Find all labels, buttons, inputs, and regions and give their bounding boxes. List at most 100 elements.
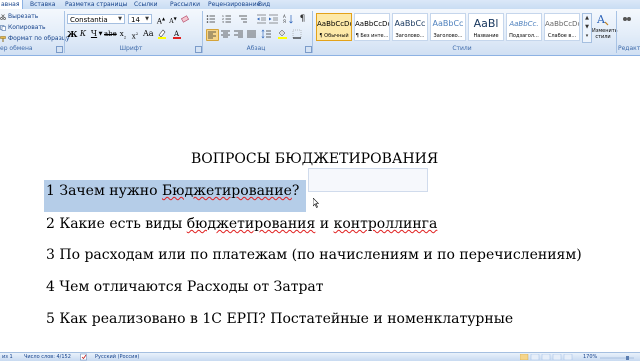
font-color-button[interactable]: A (172, 29, 182, 39)
multilevel-list-button[interactable] (238, 14, 249, 24)
paint-bucket-icon (278, 29, 287, 39)
svg-text:A: A (596, 13, 606, 26)
font-size-combo[interactable]: 14 ▼ (128, 14, 152, 24)
align-center-icon (221, 30, 230, 38)
copy-icon (0, 24, 6, 31)
clear-formatting-icon[interactable] (180, 14, 190, 24)
justify-button[interactable] (246, 29, 257, 39)
style-card[interactable]: AaBbCcDc ¶ Обычный (316, 13, 352, 41)
group-separator (64, 11, 65, 53)
cut-button[interactable]: Вырезать (0, 13, 38, 21)
change-styles-label: Изменить стили (592, 28, 618, 40)
style-sample: AaBbCc (394, 19, 426, 28)
question-3[interactable]: 3 По расходам или по платежам (по начисл… (46, 247, 582, 263)
mini-toolbar[interactable] (308, 168, 428, 192)
align-center-button[interactable] (220, 29, 231, 39)
tab-view[interactable]: Вид (258, 0, 270, 9)
align-left-button[interactable] (206, 29, 219, 41)
question-1[interactable]: 1 Зачем нужно Бюджетирование? (46, 183, 299, 199)
question-1-text-c: ? (291, 183, 300, 199)
font-dialog-launcher[interactable] (195, 46, 202, 53)
sort-button[interactable]: АЯ (283, 14, 294, 24)
italic-button[interactable]: К (78, 29, 88, 39)
font-size-value: 14 (131, 16, 140, 24)
style-caption: Заголово... (395, 33, 425, 39)
misspelled-word[interactable]: контроллинга (334, 216, 438, 232)
highlighter-icon (158, 29, 166, 39)
question-1-text-a: 1 Зачем нужно (46, 183, 162, 199)
shrink-font-button[interactable]: A▼ (168, 14, 178, 25)
bold-button[interactable]: Ж (67, 29, 78, 39)
style-sample: AaBbCcDc (317, 20, 351, 28)
style-gallery-scroll[interactable]: ▲ ▼ ▾ (582, 13, 592, 43)
bullet-list-icon (206, 15, 215, 23)
superscript-button[interactable]: x2 (130, 29, 140, 40)
font-group-label: Шрифт (119, 45, 143, 52)
multilevel-list-icon (239, 15, 247, 23)
tab-mailings[interactable]: Рассылки (170, 0, 200, 9)
shading-button[interactable] (277, 29, 288, 39)
chevron-down-icon[interactable]: ▼ (143, 15, 151, 23)
change-case-button[interactable]: Aa (143, 29, 154, 39)
format-painter-label: Формат по образцу (8, 35, 70, 42)
editing-group-label: Редакт (618, 45, 640, 52)
decrease-indent-button[interactable] (256, 14, 267, 24)
zoom-slider[interactable] (598, 355, 636, 360)
chevron-down-icon[interactable]: ▼ (116, 15, 124, 23)
paragraph-dialog-launcher[interactable] (305, 46, 312, 53)
change-styles-button[interactable]: A Изменить стили (592, 12, 618, 44)
style-card[interactable]: AaBbCc Заголово... (392, 13, 428, 41)
style-caption: ¶ Обычный (319, 33, 349, 39)
question-5[interactable]: 5 Как реализовано в 1С ЕРП? Постатейные … (46, 311, 513, 327)
tab-references[interactable]: Ссылки (134, 0, 158, 9)
misspelled-word[interactable]: бюджетирования (187, 216, 316, 232)
clipboard-group-label: ер обмена (0, 45, 33, 52)
indent-icon (269, 14, 278, 24)
chevron-down-icon[interactable]: ▼ (98, 29, 103, 39)
subscript-button[interactable]: x2 (118, 29, 128, 39)
tab-page-layout[interactable]: Разметка страницы (65, 0, 127, 9)
style-card[interactable]: AaBbCc Заголово... (430, 13, 466, 41)
style-caption: Слабое в... (547, 33, 577, 39)
question-2-text-c: и (315, 216, 334, 232)
copy-button[interactable]: Копировать (0, 24, 45, 32)
style-caption: ¶ Без инте... (355, 33, 389, 39)
view-buttons[interactable] (519, 353, 580, 361)
style-card[interactable]: AaBl Название (468, 13, 504, 41)
bullets-button[interactable] (206, 14, 217, 24)
numbering-button[interactable]: 123 (222, 14, 233, 24)
style-sample: AaBl (473, 18, 499, 30)
show-formatting-marks-icon[interactable]: ¶ (297, 14, 308, 24)
align-right-button[interactable] (233, 29, 244, 39)
paintbrush-icon (0, 35, 6, 42)
styles-group-label: Стили (452, 45, 472, 52)
strikethrough-button[interactable]: abe (104, 29, 117, 39)
ribbon-tab-strip: авная Вставка Разметка страницы Ссылки Р… (0, 0, 640, 10)
grow-font-button[interactable]: A▲ (156, 14, 166, 25)
svg-text:A: A (173, 30, 180, 38)
increase-indent-button[interactable] (268, 14, 279, 24)
style-card[interactable]: AaBbCcDc ¶ Без инте... (354, 13, 390, 41)
paragraph-group-label: Абзац (246, 45, 266, 52)
font-name-combo[interactable]: Constantia ▼ (67, 14, 125, 24)
borders-button[interactable] (292, 29, 303, 39)
style-caption: Название (473, 33, 499, 39)
format-painter-button[interactable]: Формат по образцу (0, 35, 69, 43)
style-sample: AaBbCcDc (355, 20, 389, 28)
style-card[interactable]: AaBbCcDc Слабое в... (544, 13, 580, 41)
style-caption: Подзагол... (509, 33, 539, 39)
question-4[interactable]: 4 Чем отличаются Расходы от Затрат (46, 279, 324, 295)
find-button[interactable] (622, 14, 636, 22)
highlight-color-button[interactable] (157, 29, 167, 39)
document-title[interactable]: ВОПРОСЫ БЮДЖЕТИРОВАНИЯ (191, 151, 438, 167)
tab-insert[interactable]: Вставка (30, 0, 55, 9)
group-separator (202, 11, 203, 53)
binoculars-icon (623, 17, 631, 21)
style-card[interactable]: AaBbCc. Подзагол... (506, 13, 542, 41)
line-spacing-button[interactable] (261, 29, 272, 39)
misspelled-word[interactable]: Бюджетирование (162, 183, 292, 199)
mouse-pointer-icon (312, 197, 320, 208)
clipboard-dialog-launcher[interactable] (56, 46, 63, 53)
question-2[interactable]: 2 Какие есть виды бюджетирования и контр… (46, 216, 437, 232)
tab-review[interactable]: Рецензирование (208, 0, 260, 9)
